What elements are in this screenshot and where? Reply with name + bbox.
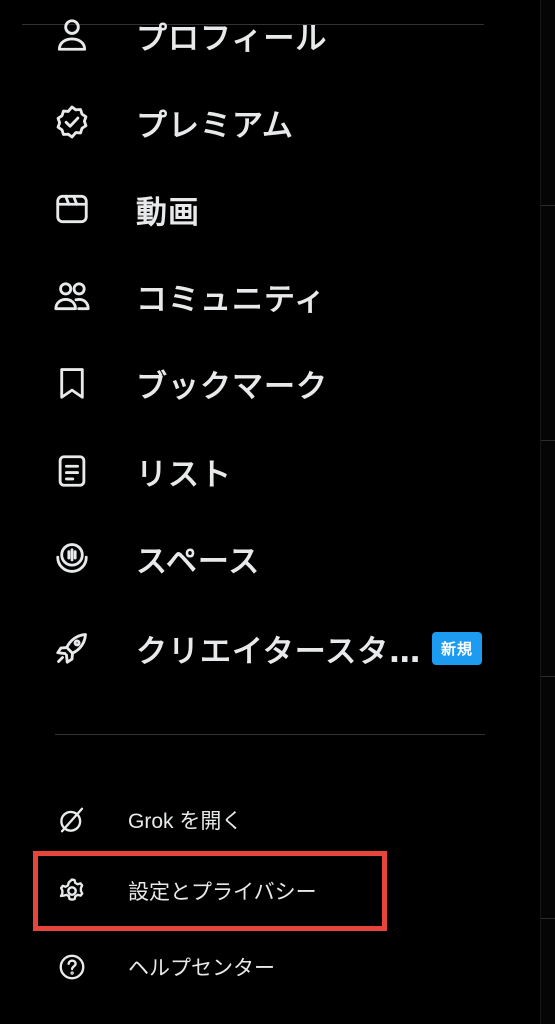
menu-item-creator-studio[interactable]: クリエイタースタ… 新規 (50, 618, 490, 678)
bookmark-icon (50, 361, 94, 405)
new-badge: 新規 (432, 632, 483, 665)
open-grok-link[interactable]: Grok を開く (50, 795, 470, 845)
rocket-icon (50, 626, 94, 670)
menu-item-label: プレミアム (136, 107, 294, 144)
help-center-link[interactable]: ヘルプセンター (50, 942, 470, 992)
timeline-edge (540, 0, 555, 1024)
menu-item-bookmarks[interactable]: ブックマーク (50, 353, 490, 413)
menu-item-label: コミュニティ (136, 281, 327, 318)
spaces-icon (50, 536, 94, 580)
communities-icon (50, 274, 94, 318)
menu-item-label: 動画 (136, 194, 200, 231)
edge-divider (541, 918, 555, 919)
menu-item-premium[interactable]: プレミアム (50, 92, 490, 152)
side-menu-page: プロフィール プレミアム 動画 コミュニティ ブックマーク リスト スペース ク… (0, 0, 555, 1024)
help-center-label: ヘルプセンター (128, 957, 275, 980)
menu-item-profile[interactable]: プロフィール (50, 5, 490, 65)
settings-privacy-label: 設定とプライバシー (128, 881, 317, 904)
menu-item-label: クリエイタースタ… (136, 633, 422, 670)
menu-item-spaces[interactable]: スペース (50, 528, 490, 588)
help-icon (50, 945, 94, 989)
menu-item-video[interactable]: 動画 (50, 179, 490, 239)
menu-item-communities[interactable]: コミュニティ (50, 266, 490, 326)
person-icon (50, 13, 94, 57)
edge-divider (541, 676, 555, 677)
menu-divider (55, 734, 485, 735)
grok-icon (50, 798, 94, 842)
settings-privacy-link[interactable]: 設定とプライバシー (50, 866, 470, 916)
list-icon (50, 449, 94, 493)
menu-item-label: スペース (136, 543, 261, 580)
edge-divider (541, 205, 555, 206)
menu-item-label: ブックマーク (136, 368, 328, 405)
menu-item-lists[interactable]: リスト (50, 441, 490, 501)
verified-badge-icon (50, 100, 94, 144)
edge-divider (541, 440, 555, 441)
gear-icon (50, 869, 94, 913)
menu-item-label: リスト (136, 456, 232, 493)
menu-item-label: プロフィール (136, 20, 328, 57)
open-grok-label: Grok を開く (128, 810, 243, 833)
video-icon (50, 187, 94, 231)
